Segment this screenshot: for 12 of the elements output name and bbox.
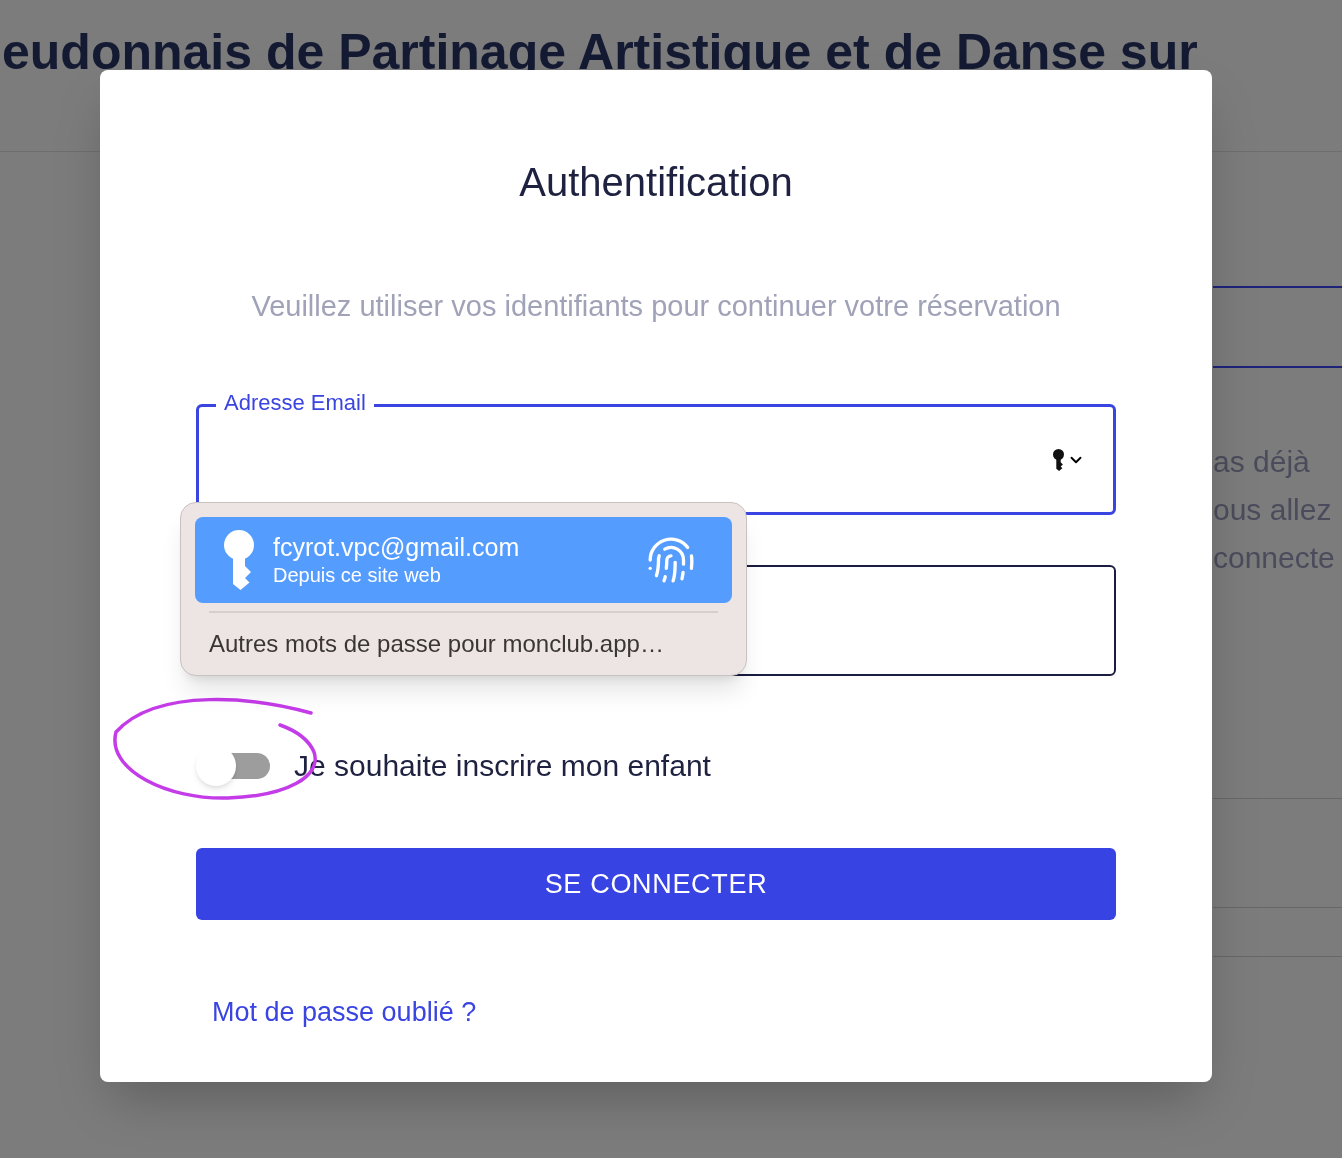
dialog-subtitle: Veuillez utiliser vos identifiants pour continuer votre réservation: [250, 289, 1062, 324]
fingerprint-icon: [646, 535, 696, 585]
forgot-password-link[interactable]: Mot de passe oublié ?: [212, 997, 477, 1027]
suggestion-subtitle: Depuis ce site web: [273, 563, 442, 588]
dialog-title: Authentification: [518, 159, 794, 206]
key-icon: [1053, 448, 1064, 471]
toggle-switch[interactable]: [196, 746, 270, 786]
login-button[interactable]: SE CONNECTER: [196, 848, 1116, 920]
key-icon: [223, 530, 255, 590]
page-heading: eudonnais de Partinage Artistique et de Danse sur: [2, 23, 1199, 82]
suggestion-title: fcyrot.vpc@gmail.com: [273, 532, 521, 562]
other-passwords-item[interactable]: Autres mots de passe pour monclub.app…: [195, 629, 732, 659]
